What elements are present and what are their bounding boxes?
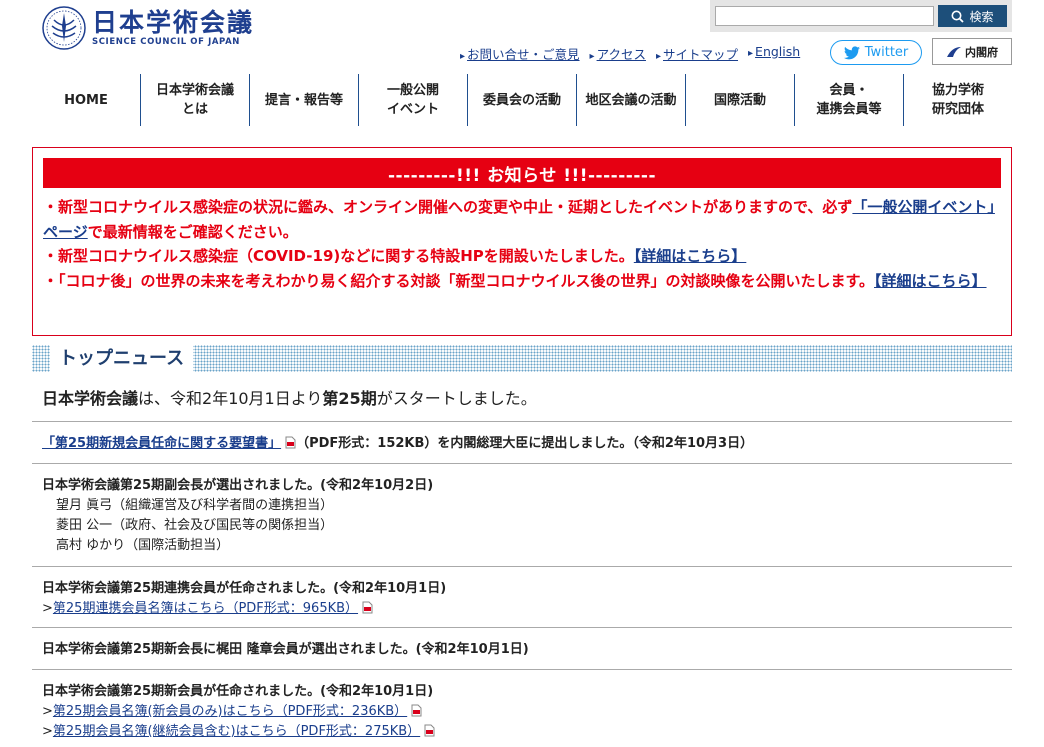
vice-president-1: 望月 眞弓（組織運営及び科学者間の連携担当） <box>56 498 334 513</box>
logo-subtitle: SCIENCE COUNCIL OF JAPAN <box>92 37 240 47</box>
nav-cooperating-societies[interactable]: 協力学術 研究団体 <box>903 74 1012 126</box>
request-letter-link[interactable]: 「第25期新規会員任命に関する要望書」 <box>42 436 281 451</box>
utility-nav: お問い合せ・ご意見 アクセス サイトマップ English <box>460 44 800 62</box>
news-title: 日本学術会議第25期新会長に梶田 隆章会員が選出されました。(令和2年10月1日… <box>42 642 529 657</box>
nav-committees[interactable]: 委員会の活動 <box>467 74 576 126</box>
twitter-button[interactable]: Twitter <box>830 40 922 65</box>
cabinet-office-logo-icon <box>947 46 961 57</box>
nav-home[interactable]: HOME <box>32 74 140 126</box>
sitemap-link[interactable]: サイトマップ <box>656 44 738 62</box>
pdf-icon <box>424 724 435 737</box>
notice-line-covid: ・新型コロナウイルス感染症（COVID-19)などに関する特設HPを開設いたしま… <box>43 247 747 265</box>
search-bar: 検索 <box>710 0 1012 32</box>
twitter-bird-icon <box>843 45 860 59</box>
dialogue-details-link[interactable]: 【詳細はこちら】 <box>874 272 987 290</box>
associate-members-list-link[interactable]: 第25期連携会員名簿はこちら（PDF形式：965KB） <box>53 601 358 616</box>
vice-president-2: 菱田 公一（政府、社会及び国民等の関係担当） <box>56 518 334 533</box>
top-news-lead: 日本学術会議は、令和2年10月1日より第25期がスタートしました。 <box>42 389 537 408</box>
news-title: 日本学術会議第25期連携会員が任命されました。(令和2年10月1日) <box>42 581 447 596</box>
pdf-icon <box>285 436 296 449</box>
search-button[interactable]: 検索 <box>938 5 1007 27</box>
notice-box: ---------!!! お知らせ !!!--------- ・新型コロナウイル… <box>32 147 1012 336</box>
all-members-list-link[interactable]: 第25期会員名簿(継続会員含む)はこちら（PDF形式：275KB） <box>53 724 420 739</box>
nav-regional-meetings[interactable]: 地区会議の活動 <box>576 74 685 126</box>
cabinet-office-label: 内閣府 <box>965 45 998 59</box>
search-input[interactable] <box>715 6 934 26</box>
pdf-icon <box>411 704 422 717</box>
notice-title: ---------!!! お知らせ !!!--------- <box>43 158 1001 188</box>
search-button-label: 検索 <box>969 9 994 24</box>
logo-title: 日本学術会議 <box>92 8 255 37</box>
cabinet-office-link[interactable]: 内閣府 <box>932 38 1012 65</box>
site-logo[interactable]: 日本学術会議 SCIENCE COUNCIL OF JAPAN <box>42 6 254 50</box>
notice-line-events: ・新型コロナウイルス感染症の状況に鑑み、オンライン開催への変更や中止・延期とした… <box>43 198 995 241</box>
contact-link[interactable]: お問い合せ・ご意見 <box>460 44 580 62</box>
twitter-label: Twitter <box>864 45 909 60</box>
notice-body: ・新型コロナウイルス感染症の状況に鑑み、オンライン開催への変更や中止・延期とした… <box>43 195 1001 293</box>
new-members-list-link[interactable]: 第25期会員名簿(新会員のみ)はこちら（PDF形式：236KB） <box>53 704 407 719</box>
access-link[interactable]: アクセス <box>590 44 646 62</box>
pdf-icon <box>362 601 373 614</box>
top-news-header: トップニュース <box>32 345 1012 372</box>
vice-president-3: 高村 ゆかり（国際活動担当） <box>56 538 230 553</box>
nav-proposals[interactable]: 提言・報告等 <box>249 74 358 126</box>
nav-members[interactable]: 会員・ 連携会員等 <box>794 74 903 126</box>
main-nav: HOME 日本学術会議 とは 提言・報告等 一般公開 イベント 委員会の活動 地… <box>32 74 1012 126</box>
news-item-new-members: 日本学術会議第25期新会員が任命されました。(令和2年10月1日) >第25期会… <box>32 669 1012 742</box>
news-item-vice-presidents: 日本学術会議第25期副会長が選出されました。(令和2年10月2日) 望月 眞弓（… <box>32 463 1012 556</box>
nav-international[interactable]: 国際活動 <box>685 74 794 126</box>
news-title: 日本学術会議第25期新会員が任命されました。(令和2年10月1日) <box>42 684 434 699</box>
news-item-associate-members: 日本学術会議第25期連携会員が任命されました。(令和2年10月1日) >第25期… <box>32 566 1012 619</box>
news-item-new-president: 日本学術会議第25期新会長に梶田 隆章会員が選出されました。(令和2年10月1日… <box>32 627 1012 660</box>
nav-public-events[interactable]: 一般公開 イベント <box>358 74 467 126</box>
news-title: 日本学術会議第25期副会長が選出されました。(令和2年10月2日) <box>42 478 434 493</box>
notice-line-dialogue: ・「コロナ後」の世界の未来を考えわかり易く紹介する対談「新型コロナウイルス後の世… <box>43 271 987 290</box>
search-icon <box>951 10 965 23</box>
covid-details-link[interactable]: 【詳細はこちら】 <box>634 247 747 265</box>
top-news-title: トップニュース <box>50 345 194 372</box>
news-item-request-letter: 「第25期新規会員任命に関する要望書」 （PDF形式：152KB）を内閣総理大臣に… <box>32 421 1012 454</box>
nav-about[interactable]: 日本学術会議 とは <box>140 74 249 126</box>
scj-emblem-icon <box>42 6 86 50</box>
english-link[interactable]: English <box>748 44 800 60</box>
request-letter-text: （PDF形式：152KB）を内閣総理大臣に提出しました。（令和2年10月3日） <box>296 436 754 451</box>
